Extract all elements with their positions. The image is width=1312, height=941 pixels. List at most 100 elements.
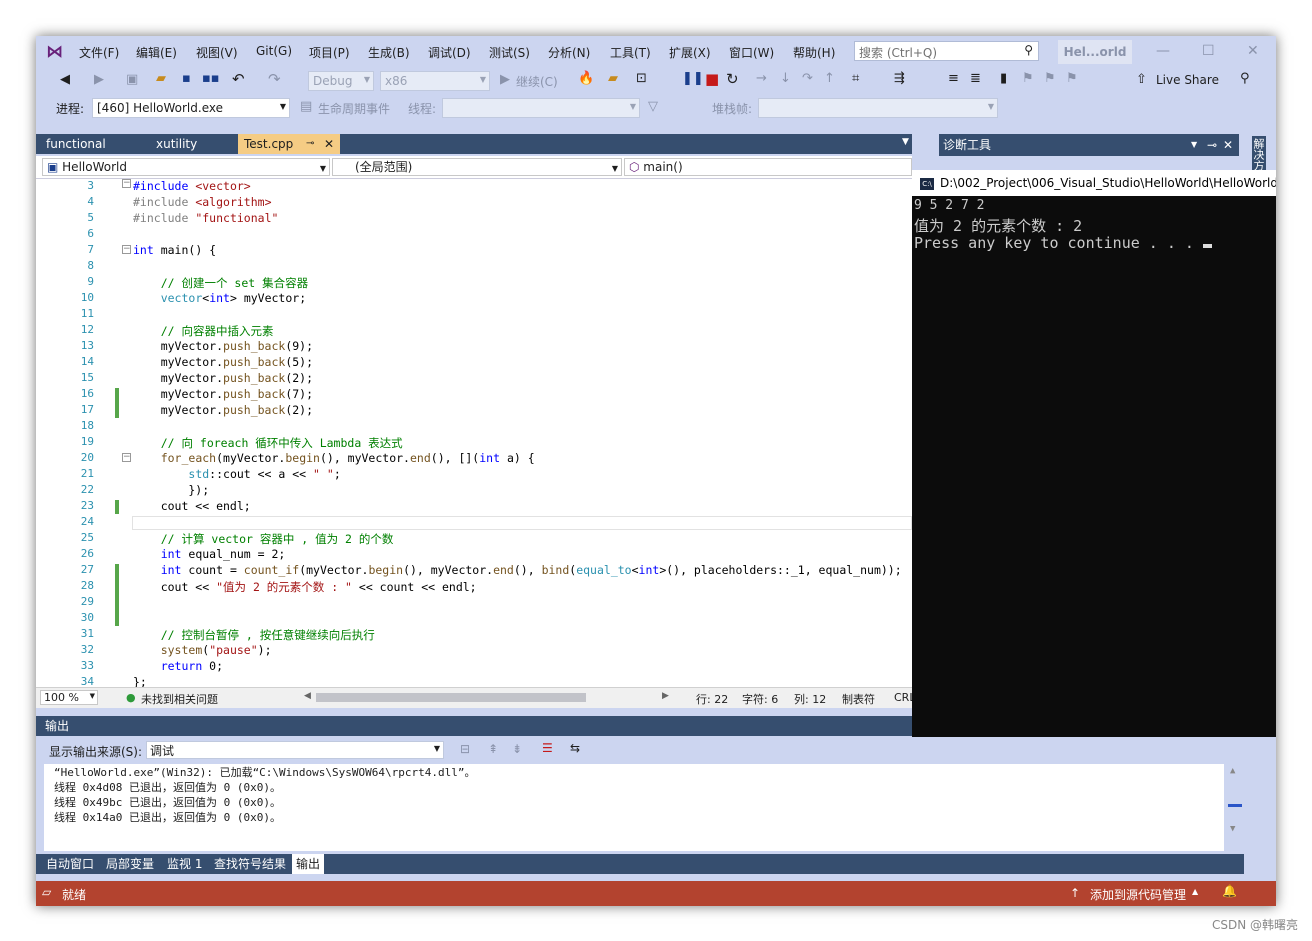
hex-icon[interactable]: ⌗ bbox=[852, 71, 859, 86]
bookmark-icon[interactable]: ▮ bbox=[1000, 71, 1007, 86]
close-tab-icon[interactable]: ✕ bbox=[324, 134, 334, 154]
back-icon[interactable]: ◀ bbox=[60, 72, 70, 87]
menu-build[interactable]: 生成(B) bbox=[368, 44, 410, 61]
thread-select[interactable]: ▼ bbox=[442, 98, 640, 118]
stackframe-select[interactable]: ▼ bbox=[758, 98, 998, 118]
add-to-source-control[interactable]: 添加到源代码管理 bbox=[1090, 886, 1186, 903]
minimize-icon[interactable]: — bbox=[1156, 43, 1170, 59]
console-window[interactable]: C:\ D:\002_Project\006_Visual_Studio\Hell… bbox=[912, 170, 1276, 737]
tab-xutility[interactable]: xutility bbox=[150, 134, 236, 154]
lifecycle-button[interactable]: 生命周期事件 bbox=[318, 100, 390, 117]
open-folder-icon[interactable]: ▰ bbox=[156, 71, 166, 86]
menu-debug[interactable]: 调试(D) bbox=[428, 44, 471, 61]
menu-project[interactable]: 项目(P) bbox=[309, 44, 350, 61]
close-icon[interactable]: ✕ bbox=[1247, 43, 1259, 59]
thread-icon[interactable]: ⇶ bbox=[894, 71, 905, 86]
menu-test[interactable]: 测试(S) bbox=[489, 44, 530, 61]
uncomment-icon[interactable]: ≣ bbox=[970, 71, 981, 86]
attach-icon[interactable]: ▰ bbox=[608, 71, 618, 86]
output-line: 线程 0x4d08 已退出，返回值为 0 (0x0)。 bbox=[54, 781, 281, 794]
search-input[interactable]: 搜索 (Ctrl+Q) ⚲ bbox=[854, 41, 1039, 61]
save-icon[interactable]: ▪ bbox=[182, 71, 191, 86]
collapse-icon[interactable]: − bbox=[122, 453, 131, 462]
project-value: HelloWorld bbox=[62, 160, 127, 174]
save-all-icon[interactable]: ▪▪ bbox=[202, 71, 220, 86]
step-out-icon[interactable]: ↑ bbox=[824, 71, 835, 86]
continue-button[interactable]: 继续(C) bbox=[516, 73, 558, 90]
filter-icon[interactable]: ▽ bbox=[648, 99, 658, 114]
scroll-down-icon[interactable]: ▼ bbox=[1230, 824, 1235, 834]
menu-file[interactable]: 文件(F) bbox=[79, 44, 119, 61]
tabs-indicator[interactable]: 制表符 bbox=[842, 691, 875, 707]
close-icon[interactable]: ✕ bbox=[1223, 134, 1233, 156]
maximize-icon[interactable]: ☐ bbox=[1202, 43, 1215, 59]
menu-edit[interactable]: 编辑(E) bbox=[136, 44, 177, 61]
tab-test-cpp[interactable]: Test.cpp ⊸ ✕ bbox=[238, 134, 340, 154]
menu-tools[interactable]: 工具(T) bbox=[610, 44, 651, 61]
menu-extensions[interactable]: 扩展(X) bbox=[669, 44, 711, 61]
tab-watch[interactable]: 监视 1 bbox=[163, 854, 206, 874]
screenshot-icon[interactable]: ⊡ bbox=[636, 71, 647, 86]
member-combo[interactable]: ⬡ main() bbox=[624, 158, 912, 176]
clear-bookmark-icon[interactable]: ⚑ bbox=[1066, 71, 1078, 86]
menu-analyze[interactable]: 分析(N) bbox=[548, 44, 590, 61]
menu-view[interactable]: 视图(V) bbox=[196, 44, 238, 61]
menu-window[interactable]: 窗口(W) bbox=[729, 44, 774, 61]
prev-bookmark-icon[interactable]: ⚑ bbox=[1022, 71, 1034, 86]
scope-combo[interactable]: (全局范围) ▼ bbox=[332, 158, 622, 176]
process-select[interactable]: [460] HelloWorld.exe ▼ bbox=[92, 98, 290, 118]
next-bookmark-icon[interactable]: ⚑ bbox=[1044, 71, 1056, 86]
zoom-select[interactable]: 100 % ▼ bbox=[40, 690, 98, 705]
tab-functional[interactable]: functional bbox=[40, 134, 148, 154]
step-over-icon[interactable]: ↷ bbox=[802, 71, 813, 86]
code-line: int equal_num = 2; bbox=[160, 547, 286, 561]
chevron-up-icon[interactable]: ▲ bbox=[1192, 887, 1198, 896]
step-into-icon[interactable]: ↓ bbox=[780, 71, 791, 86]
hot-reload-icon[interactable]: 🔥 bbox=[578, 71, 594, 86]
scroll-left-icon[interactable]: ◀ bbox=[304, 691, 311, 701]
forward-icon[interactable]: ▶ bbox=[94, 72, 104, 87]
tab-output[interactable]: 输出 bbox=[292, 854, 325, 874]
code-editor[interactable]: 3 4 5 6 7 8 9 10 11 12 13 14 15 16 17 18 19 20 21 22 23 24 25 2… bbox=[36, 179, 912, 687]
output-text-area[interactable]: “HelloWorld.exe”(Win32): 已加载“C:\Windows\… bbox=[44, 764, 1242, 851]
feedback-icon[interactable]: ⚲ bbox=[1240, 71, 1250, 86]
restart-icon[interactable]: ↻ bbox=[726, 70, 739, 88]
undo-icon[interactable]: ↶ bbox=[232, 70, 245, 88]
tab-autos[interactable]: 自动窗口 bbox=[42, 854, 98, 874]
prev-message-icon[interactable]: ⇞ bbox=[488, 742, 498, 756]
pause-icon[interactable]: ❚❚ bbox=[682, 71, 704, 86]
project-combo[interactable]: ▣ HelloWorld ▼ bbox=[42, 158, 330, 176]
vertical-scrollbar[interactable] bbox=[1228, 804, 1242, 807]
tab-locals[interactable]: 局部变量 bbox=[102, 854, 158, 874]
horizontal-scrollbar[interactable] bbox=[316, 693, 586, 702]
tab-find-symbol[interactable]: 查找符号结果 bbox=[210, 854, 290, 874]
config-select[interactable]: Debug ▼ bbox=[308, 71, 374, 91]
collapse-icon[interactable]: − bbox=[122, 179, 131, 188]
chevron-down-icon[interactable]: ▼ bbox=[1191, 134, 1197, 156]
pin-icon[interactable]: ⊸ bbox=[1207, 134, 1217, 156]
live-share-button[interactable]: Live Share bbox=[1156, 73, 1219, 87]
menu-help[interactable]: 帮助(H) bbox=[793, 44, 835, 61]
show-next-statement-icon[interactable]: → bbox=[756, 71, 767, 86]
platform-select[interactable]: x86 ▼ bbox=[380, 71, 490, 91]
menu-git[interactable]: Git(G) bbox=[256, 44, 292, 58]
clear-all-icon[interactable]: ☰ bbox=[542, 741, 553, 755]
notification-icon[interactable]: 🔔 bbox=[1222, 884, 1237, 898]
scroll-right-icon[interactable]: ▶ bbox=[662, 691, 669, 701]
new-project-icon[interactable]: ▣ bbox=[126, 72, 138, 87]
line-number: 10 bbox=[80, 291, 94, 304]
scroll-up-icon[interactable]: ▲ bbox=[1230, 766, 1235, 776]
output-source-select[interactable]: 调试 ▼ bbox=[146, 741, 444, 759]
redo-icon[interactable]: ↷ bbox=[268, 70, 281, 88]
stop-icon[interactable]: ■ bbox=[705, 70, 719, 88]
live-share-icon[interactable]: ⇧ bbox=[1136, 72, 1147, 87]
find-message-icon[interactable]: ⊟ bbox=[460, 742, 470, 756]
solution-explorer-tab[interactable]: 解决方 bbox=[1252, 136, 1266, 173]
issues-label[interactable]: 未找到相关问题 bbox=[141, 691, 218, 707]
word-wrap-icon[interactable]: ⇆ bbox=[570, 741, 580, 755]
next-message-icon[interactable]: ⇟ bbox=[512, 742, 522, 756]
pin-icon[interactable]: ⊸ bbox=[306, 134, 314, 154]
chevron-down-icon[interactable]: ▼ bbox=[902, 137, 909, 147]
comment-icon[interactable]: ≡ bbox=[948, 71, 959, 86]
collapse-icon[interactable]: − bbox=[122, 245, 131, 254]
